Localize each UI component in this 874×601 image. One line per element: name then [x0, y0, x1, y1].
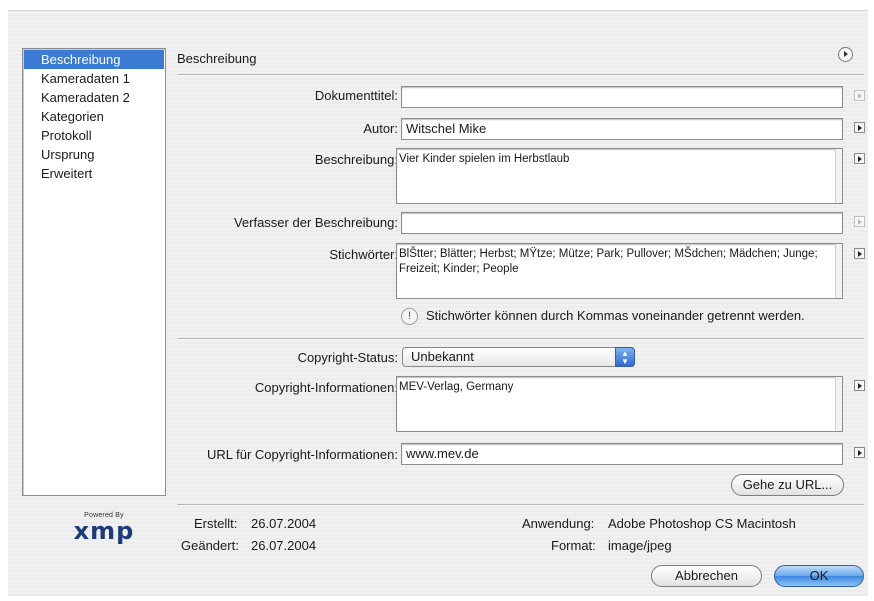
- cancel-button[interactable]: Abbrechen: [651, 565, 762, 587]
- dokumenttitel-label: Dokumenttitel:: [314, 88, 398, 103]
- sidebar-item-beschreibung[interactable]: Beschreibung: [24, 50, 164, 69]
- application-value: Adobe Photoshop CS Macintosh: [608, 516, 796, 531]
- copyright-info-label: Copyright-Informationen:: [254, 380, 398, 395]
- beschreibung-field[interactable]: Vier Kinder spielen im Herbstlaub: [396, 148, 843, 204]
- format-value: image/jpeg: [608, 538, 672, 553]
- circle-arrow-icon[interactable]: [838, 47, 853, 62]
- copyright-url-label: URL für Copyright-Informationen:: [207, 447, 398, 462]
- verfasser-field[interactable]: [401, 212, 843, 234]
- xmp-wordmark: xmp: [73, 517, 135, 545]
- autor-arrow-icon[interactable]: [854, 122, 865, 133]
- dokumenttitel-field[interactable]: [401, 86, 843, 108]
- copyright-info-arrow-icon[interactable]: [854, 380, 865, 391]
- divider-top: [177, 74, 864, 76]
- stichwoerter-hint: Stichwörter können durch Kommas voneinan…: [426, 308, 805, 323]
- verfasser-arrow-icon[interactable]: [854, 216, 865, 227]
- category-list: Beschreibung Kameradaten 1 Kameradaten 2…: [22, 48, 166, 496]
- copyright-status-select[interactable]: Unbekannt ▲ ▼: [402, 347, 635, 367]
- stichwoerter-field[interactable]: BlŠtter; Blätter; Herbst; MŸtze; Mütze; …: [396, 243, 843, 299]
- copyright-info-field[interactable]: MEV-Verlag, Germany: [396, 376, 843, 432]
- sidebar-item-kameradaten-1[interactable]: Kameradaten 1: [24, 69, 164, 88]
- sidebar-item-kameradaten-2[interactable]: Kameradaten 2: [24, 88, 164, 107]
- copyright-url-arrow-icon[interactable]: [854, 447, 865, 458]
- created-value: 26.07.2004: [251, 516, 317, 531]
- application-label: Anwendung:: [522, 516, 595, 531]
- modified-label: Geändert:: [181, 538, 239, 553]
- dokumenttitel-arrow-icon[interactable]: [854, 90, 865, 101]
- beschreibung-arrow-icon[interactable]: [854, 153, 865, 164]
- sidebar-item-ursprung[interactable]: Ursprung: [24, 145, 164, 164]
- sidebar-item-protokoll[interactable]: Protokoll: [24, 126, 164, 145]
- divider-middle: [177, 338, 864, 340]
- goto-url-button[interactable]: Gehe zu URL...: [731, 474, 844, 496]
- ok-button[interactable]: OK: [774, 565, 864, 587]
- copyright-url-field[interactable]: www.mev.de: [401, 443, 843, 465]
- divider-bottom: [177, 504, 864, 506]
- sidebar-item-erweitert[interactable]: Erweitert: [24, 164, 164, 183]
- stichwoerter-label: Stichwörter:: [329, 247, 398, 262]
- section-title: Beschreibung: [177, 51, 257, 66]
- created-label: Erstellt:: [194, 516, 238, 531]
- autor-label: Autor:: [363, 121, 398, 136]
- copyright-status-label: Copyright-Status:: [297, 350, 398, 365]
- select-updown-icon: ▲ ▼: [615, 347, 635, 367]
- beschreibung-label: Beschreibung:: [314, 152, 398, 167]
- xmp-logo: Powered By xmp: [64, 512, 144, 552]
- exclamation-icon: !: [401, 308, 418, 325]
- format-label: Format:: [551, 538, 596, 553]
- stichwoerter-arrow-icon[interactable]: [854, 248, 865, 259]
- autor-field[interactable]: Witschel Mike: [401, 118, 843, 140]
- verfasser-label: Verfasser der Beschreibung:: [233, 215, 398, 230]
- sidebar-item-kategorien[interactable]: Kategorien: [24, 107, 164, 126]
- modified-value: 26.07.2004: [251, 538, 317, 553]
- copyright-status-value: Unbekannt: [411, 349, 474, 364]
